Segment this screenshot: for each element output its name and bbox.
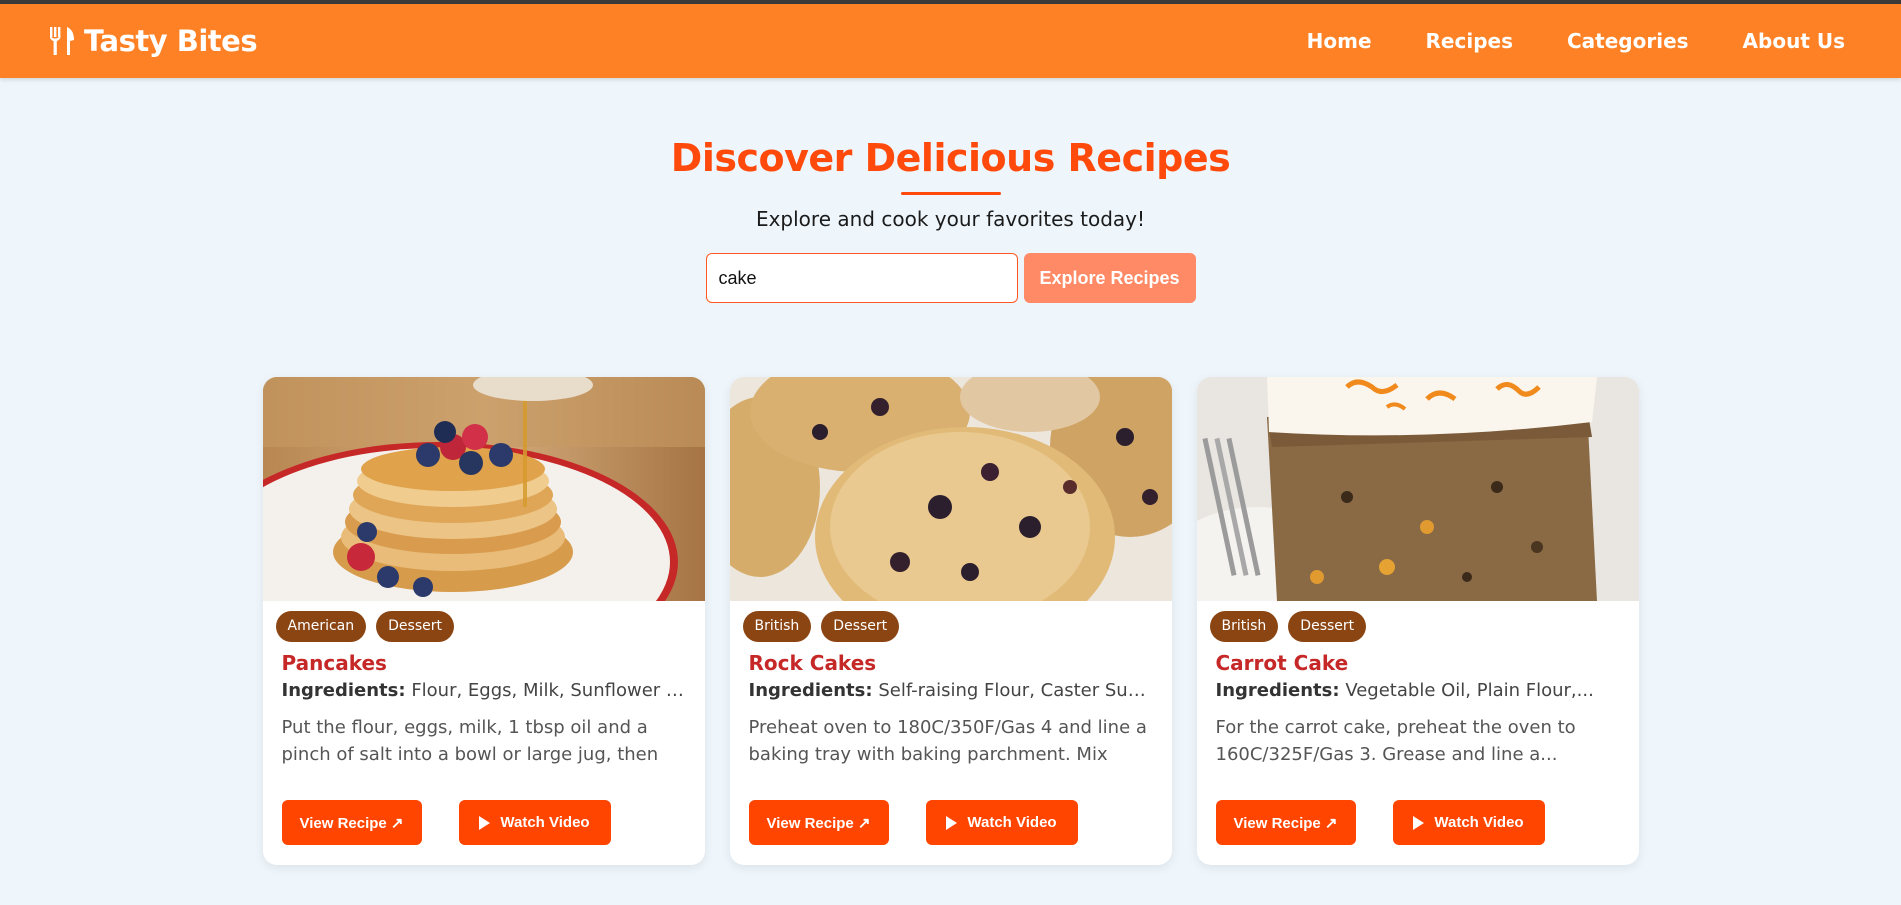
play-icon bbox=[946, 815, 958, 830]
recipe-ingredients: Ingredients: Flour, Eggs, Milk, Sunflowe… bbox=[263, 675, 705, 701]
nav-categories[interactable]: Categories bbox=[1567, 29, 1689, 53]
recipe-title: Rock Cakes bbox=[748, 651, 877, 675]
card-actions: View Recipe ↗ Watch Video bbox=[281, 800, 611, 845]
nav-about-us[interactable]: About Us bbox=[1743, 29, 1845, 53]
view-recipe-button[interactable]: View Recipe ↗ bbox=[1215, 800, 1356, 845]
watch-video-button[interactable]: Watch Video bbox=[1392, 800, 1545, 845]
tag-area[interactable]: British bbox=[1209, 611, 1279, 642]
ingredients-text: Flour, Eggs, Milk, Sunflower Oil... bbox=[411, 680, 705, 701]
recipe-description: Put the flour, eggs, milk, 1 tbsp oil an… bbox=[281, 717, 659, 765]
tag-category[interactable]: Dessert bbox=[821, 611, 900, 642]
watch-video-label: Watch Video bbox=[1434, 814, 1524, 831]
watch-video-label: Watch Video bbox=[967, 814, 1057, 831]
view-recipe-button[interactable]: View Recipe ↗ bbox=[281, 800, 422, 845]
fork-knife-icon bbox=[48, 26, 76, 56]
search-bar: Explore Recipes bbox=[0, 253, 1901, 303]
recipe-description: Preheat oven to 180C/350F/Gas 4 and line… bbox=[748, 717, 1147, 765]
recipe-card-pancakes: American Dessert Pancakes Ingredients: F… bbox=[262, 377, 705, 865]
card-actions: View Recipe ↗ Watch Video bbox=[748, 800, 1078, 845]
recipe-image-pancakes bbox=[262, 377, 705, 601]
brand-name: Tasty Bites bbox=[84, 24, 258, 58]
page-subtitle: Explore and cook your favorites today! bbox=[755, 207, 1146, 231]
recipe-card-rock-cakes: British Dessert Rock Cakes Ingredients: … bbox=[729, 377, 1172, 865]
tag-list: British Dessert bbox=[730, 601, 1172, 642]
card-actions: View Recipe ↗ Watch Video bbox=[1215, 800, 1545, 845]
play-icon bbox=[1413, 815, 1425, 830]
nav-home[interactable]: Home bbox=[1307, 29, 1372, 53]
play-icon bbox=[479, 815, 491, 830]
ingredients-text: Self-raising Flour, Caster Sugar... bbox=[878, 680, 1172, 701]
ingredients-label: Ingredients: bbox=[748, 680, 873, 701]
watch-video-button[interactable]: Watch Video bbox=[458, 800, 611, 845]
search-input[interactable] bbox=[705, 253, 1018, 303]
recipe-ingredients: Ingredients: Vegetable Oil, Plain Flour,… bbox=[1197, 675, 1639, 701]
tag-category[interactable]: Dessert bbox=[376, 611, 454, 642]
recipe-image-carrot-cake bbox=[1196, 377, 1639, 601]
hero-section: Discover Delicious Recipes Explore and c… bbox=[0, 78, 1901, 303]
recipe-title: Pancakes bbox=[281, 651, 387, 675]
navbar: Tasty Bites Home Recipes Categories Abou… bbox=[0, 4, 1901, 78]
view-recipe-button[interactable]: View Recipe ↗ bbox=[748, 800, 889, 845]
explore-recipes-button[interactable]: Explore Recipes bbox=[1023, 253, 1196, 303]
nav-recipes[interactable]: Recipes bbox=[1426, 29, 1513, 53]
recipe-image-rock-cakes bbox=[729, 377, 1172, 601]
recipe-grid: American Dessert Pancakes Ingredients: F… bbox=[0, 377, 1901, 865]
brand-logo[interactable]: Tasty Bites bbox=[48, 24, 258, 58]
recipe-ingredients: Ingredients: Self-raising Flour, Caster … bbox=[730, 675, 1172, 701]
page-title: Discover Delicious Recipes bbox=[670, 136, 1231, 180]
watch-video-label: Watch Video bbox=[500, 814, 590, 831]
title-underline bbox=[900, 192, 1001, 195]
ingredients-text: Vegetable Oil, Plain Flour,... bbox=[1345, 680, 1594, 701]
nav-links: Home Recipes Categories About Us bbox=[1307, 29, 1845, 53]
ingredients-label: Ingredients: bbox=[1215, 680, 1340, 701]
tag-list: American Dessert bbox=[263, 601, 705, 642]
ingredients-label: Ingredients: bbox=[281, 680, 406, 701]
recipe-description: For the carrot cake, preheat the oven to… bbox=[1215, 717, 1576, 765]
recipe-card-carrot-cake: British Dessert Carrot Cake Ingredients:… bbox=[1196, 377, 1639, 865]
tag-list: British Dessert bbox=[1197, 601, 1639, 642]
tag-area[interactable]: American bbox=[275, 611, 367, 642]
watch-video-button[interactable]: Watch Video bbox=[925, 800, 1078, 845]
tag-category[interactable]: Dessert bbox=[1288, 611, 1367, 642]
recipe-title: Carrot Cake bbox=[1215, 651, 1349, 675]
tag-area[interactable]: British bbox=[742, 611, 812, 642]
